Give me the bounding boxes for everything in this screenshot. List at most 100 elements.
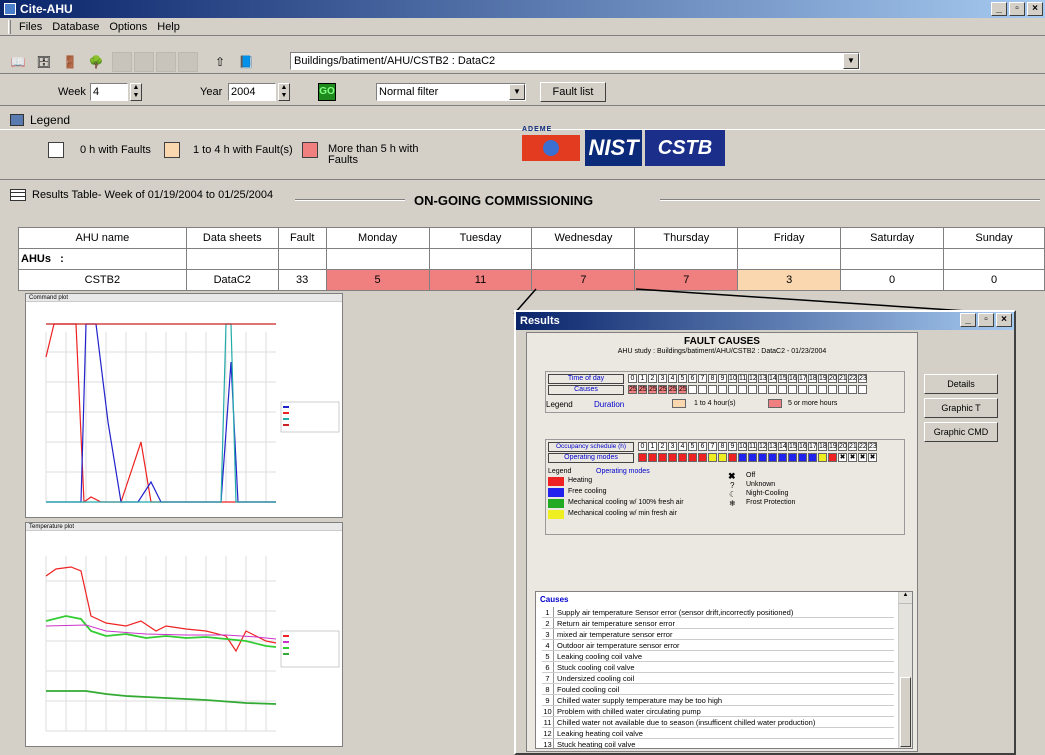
temperature-plot-window[interactable]: Temperature plot <box>25 522 343 747</box>
occupancy-hour-cell: 2 <box>658 442 667 451</box>
list-item[interactable]: 9 Chilled water supply temperature may be… <box>542 695 894 706</box>
app-title: Cite-AHU <box>20 2 73 16</box>
hour-cell: 16 <box>788 374 797 383</box>
list-item[interactable]: 8 Fouled cooling coil <box>542 684 894 695</box>
year-stepper[interactable]: ▲ ▼ <box>278 83 290 101</box>
cell-sunday[interactable]: 0 <box>943 269 1045 291</box>
up-folder-icon[interactable]: ⇧ <box>210 52 230 72</box>
mode-cell: ✖ <box>868 453 877 462</box>
menu-bar: Files Database Options Help <box>0 18 1045 36</box>
chevron-down-icon[interactable]: ▼ <box>509 84 525 100</box>
list-item[interactable]: 12 Leaking heating coil valve <box>542 728 894 739</box>
fault-list-button[interactable]: Fault list <box>540 82 606 102</box>
causes-list[interactable]: Causes 1 Supply air temperature Sensor er… <box>535 591 913 749</box>
fault-causes-heading: FAULT CAUSES <box>684 336 760 347</box>
minimize-button[interactable]: _ <box>991 2 1007 16</box>
occupancy-hour-cell: 8 <box>718 442 727 451</box>
list-item[interactable]: 4 Outdoor air temperature sensor error <box>542 640 894 651</box>
exit-icon[interactable]: 🚪 <box>60 52 80 72</box>
cause-cell: 25 <box>668 385 677 394</box>
mode-cell <box>788 453 797 462</box>
hour-cell: 5 <box>678 374 687 383</box>
cell-thursday[interactable]: 7 <box>634 269 739 291</box>
week-field[interactable]: 4 <box>90 83 128 101</box>
list-item[interactable]: 11 Chilled water not available due to sea… <box>542 717 894 728</box>
book-icon[interactable]: 📘 <box>236 52 256 72</box>
hour-cell: 15 <box>778 374 787 383</box>
list-item[interactable]: 3 mixed air temperature sensor error <box>542 629 894 640</box>
mode-cell <box>648 453 657 462</box>
results-close-button[interactable]: × <box>996 313 1012 327</box>
cause-number: 2 <box>542 618 554 628</box>
cell-data-sheet[interactable]: DataC2 <box>185 269 279 291</box>
results-maximize-button[interactable]: ▫ <box>978 313 994 327</box>
menu-database[interactable]: Database <box>52 21 99 33</box>
list-item[interactable]: 2 Return air temperature sensor error <box>542 618 894 629</box>
fault-causes-panel: FAULT CAUSES AHU study : Buildings/batim… <box>526 332 918 752</box>
cause-number: 8 <box>542 684 554 694</box>
command-plot-window[interactable]: Command plot <box>25 293 343 518</box>
database-icon[interactable]: 🗄 <box>34 52 54 72</box>
cause-number: 12 <box>542 728 554 738</box>
tree-icon[interactable]: 🌳 <box>86 52 106 72</box>
table-row[interactable]: CSTB2 DataC2 33 5 11 7 7 3 0 0 <box>18 269 1045 291</box>
list-item[interactable]: 5 Leaking cooling coil valve <box>542 651 894 662</box>
list-item[interactable]: 6 Stuck cooling coil valve <box>542 662 894 673</box>
table-icon <box>10 189 26 201</box>
menu-help[interactable]: Help <box>157 21 180 33</box>
scroll-thumb[interactable] <box>900 677 911 747</box>
year-label: Year <box>200 86 223 98</box>
go-button[interactable]: GO <box>318 83 336 101</box>
results-window-titlebar: Results _ ▫ × <box>516 312 1014 330</box>
graphic-cmd-button[interactable]: Graphic CMD <box>924 422 998 442</box>
moon-icon: ☾ <box>729 490 737 499</box>
list-item[interactable]: 10 Problem with chilled water circulating… <box>542 706 894 717</box>
results-minimize-button[interactable]: _ <box>960 313 976 327</box>
mode-cell <box>718 453 727 462</box>
col-friday: Friday <box>737 227 842 249</box>
cell-fault[interactable]: 33 <box>277 269 327 291</box>
cell-ahu-name[interactable]: CSTB2 <box>18 269 187 291</box>
cell-friday[interactable]: 3 <box>737 269 842 291</box>
list-item[interactable]: 1 Supply air temperature Sensor error (se… <box>542 607 894 618</box>
close-button[interactable]: × <box>1027 2 1043 16</box>
path-combo[interactable]: Buildings/batiment/AHU/CSTB2 : DataC2 ▼ <box>290 52 860 70</box>
cause-number: 9 <box>542 695 554 705</box>
cause-text: Supply air temperature Sensor error (sen… <box>557 608 794 617</box>
open-book-icon[interactable]: 📖 <box>8 52 28 72</box>
week-stepper[interactable]: ▲ ▼ <box>130 83 142 101</box>
cell-monday[interactable]: 5 <box>325 269 430 291</box>
legend-title: Legend <box>30 112 71 127</box>
list-item[interactable]: 13 Stuck heating coil valve <box>542 739 894 748</box>
cause-text: Outdoor air temperature sensor error <box>557 641 680 650</box>
results-header: Results Table- Week of 01/19/2004 to 01/… <box>0 183 1045 223</box>
hour-cell: 2 <box>648 374 657 383</box>
cell-tuesday[interactable]: 11 <box>428 269 533 291</box>
menu-options[interactable]: Options <box>109 21 147 33</box>
occupancy-hour-cell: 15 <box>788 442 797 451</box>
graphic-t-button[interactable]: Graphic T <box>924 398 998 418</box>
causes-scrollbar[interactable]: ▲ <box>898 592 912 748</box>
menu-files[interactable]: Files <box>19 21 42 33</box>
cause-cell: 25 <box>648 385 657 394</box>
list-item[interactable]: 7 Undersized cooling coil <box>542 673 894 684</box>
occupancy-hour-cell: 10 <box>738 442 747 451</box>
maximize-button[interactable]: ▫ <box>1009 2 1025 16</box>
cause-cell <box>818 385 827 394</box>
cell-wednesday[interactable]: 7 <box>531 269 636 291</box>
table-group-row: AHUs : <box>18 248 1045 270</box>
cell-saturday[interactable]: 0 <box>840 269 945 291</box>
results-title: Results Table- Week of 01/19/2004 to 01/… <box>32 189 274 201</box>
chevron-down-icon[interactable]: ▼ <box>843 53 859 69</box>
toolbar: 📖 🗄 🚪 🌳 ⇧ 📘 Buildings/batiment/AHU/CSTB2… <box>0 50 1045 74</box>
scroll-up-icon[interactable]: ▲ <box>899 592 912 604</box>
mode-cell <box>658 453 667 462</box>
filter-select[interactable]: Normal filter ▼ <box>376 83 526 101</box>
col-wednesday: Wednesday <box>531 227 636 249</box>
occupancy-hour-cell: 14 <box>778 442 787 451</box>
hour-cell: 18 <box>808 374 817 383</box>
temperature-plot-title: Temperature plot <box>26 523 342 531</box>
cause-text: Stuck cooling coil valve <box>557 663 635 672</box>
year-field[interactable]: 2004 <box>228 83 276 101</box>
details-button[interactable]: Details <box>924 374 998 394</box>
